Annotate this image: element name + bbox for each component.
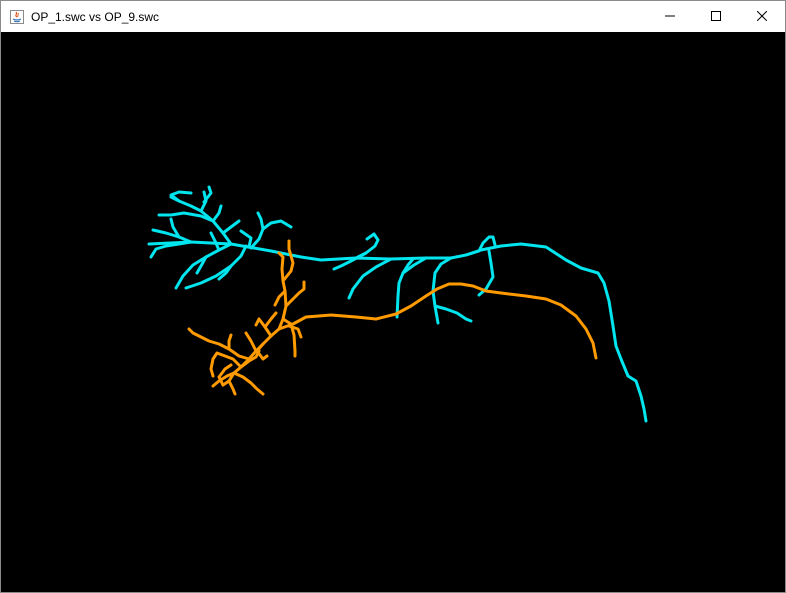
title-bar[interactable]: OP_1.swc vs OP_9.swc [1,1,785,32]
window-title: OP_1.swc vs OP_9.swc [31,9,160,24]
close-button[interactable] [739,1,785,32]
maximize-button[interactable] [693,1,739,32]
minimize-icon [665,8,675,26]
minimize-button[interactable] [647,1,693,32]
neuron-viewport [147,185,648,423]
render-canvas[interactable] [1,32,785,592]
close-icon [756,8,768,26]
window-controls [647,1,785,32]
java-app-icon [9,9,25,25]
app-window: OP_1.swc vs OP_9.swc [0,0,786,593]
neuron-trace-b [187,239,598,396]
maximize-icon [711,8,721,26]
